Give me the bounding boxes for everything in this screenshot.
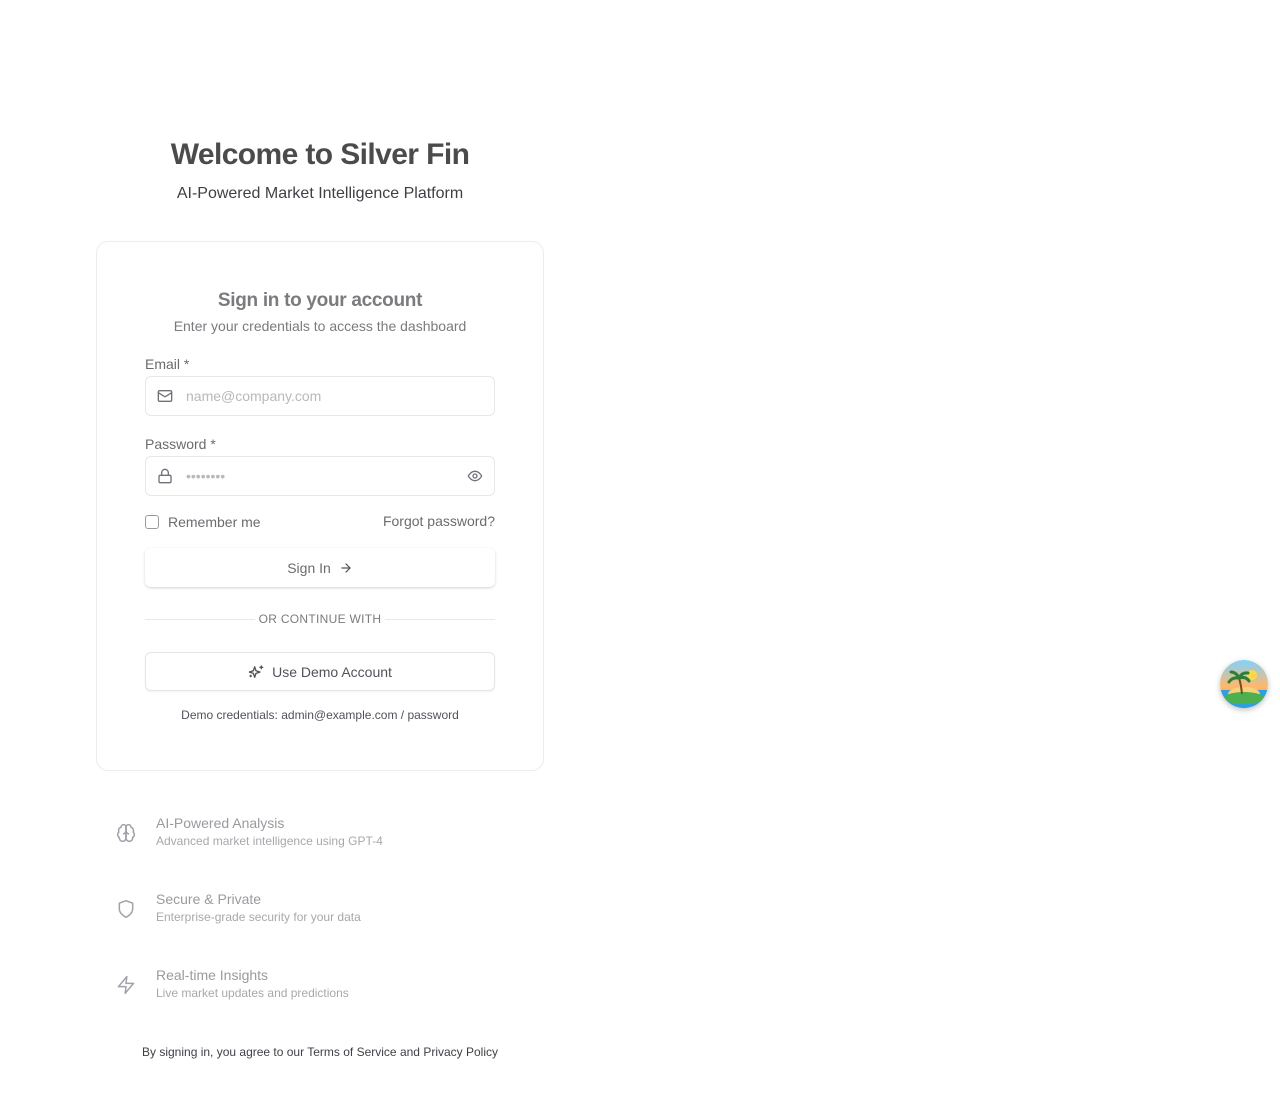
floating-avatar-button[interactable] (1220, 660, 1268, 708)
zap-icon (117, 975, 135, 995)
divider-text: OR CONTINUE WITH (254, 612, 386, 626)
feature-description: Live market updates and predictions (156, 986, 349, 1000)
shield-icon (118, 899, 134, 919)
feature-description: Advanced market intelligence using GPT-4 (156, 834, 383, 848)
email-label: Email * (145, 356, 190, 372)
remember-me: Remember me (145, 514, 261, 530)
page-subtitle: AI-Powered Market Intelligence Platform (176, 185, 464, 202)
demo-account-label: Use Demo Account (272, 663, 392, 680)
sparkles-icon (248, 664, 264, 678)
brain-icon (116, 823, 136, 843)
terms-of-service-link[interactable]: Terms of Service (307, 1045, 396, 1059)
feature-realtime-insights: Real-time Insights Live market updates a… (116, 967, 536, 1003)
page-title: Welcome to Silver Fin (170, 138, 470, 171)
password-label: Password * (145, 436, 216, 452)
password-input[interactable] (186, 457, 456, 495)
privacy-policy-link[interactable]: Privacy Policy (423, 1045, 498, 1059)
card-title: Sign in to your account (217, 290, 423, 311)
arrow-right-icon (341, 562, 351, 573)
terms-notice: By signing in, you agree to our Terms of… (96, 1045, 544, 1059)
feature-secure-private: Secure & Private Enterprise-grade securi… (116, 891, 536, 927)
eye-icon[interactable] (467, 468, 483, 484)
feature-title: Secure & Private (156, 891, 262, 907)
sign-in-button[interactable]: Sign In (145, 548, 495, 587)
card-description: Enter your credentials to access the das… (173, 318, 467, 334)
remember-me-label[interactable]: Remember me (168, 514, 261, 530)
login-card: Sign in to your account Enter your crede… (96, 241, 544, 771)
password-field-wrapper (145, 456, 495, 496)
feature-title: Real-time Insights (156, 967, 269, 983)
demo-account-button[interactable]: Use Demo Account (145, 652, 495, 691)
or-divider: OR CONTINUE WITH (145, 612, 495, 626)
terms-prefix: By signing in, you agree to our (142, 1045, 305, 1059)
email-field-wrapper (145, 376, 495, 416)
terms-conjunction: and (399, 1045, 420, 1059)
demo-credentials: Demo credentials: admin@example.com / pa… (181, 708, 459, 722)
island-avatar-icon (1220, 660, 1268, 708)
email-input[interactable] (186, 377, 456, 415)
feature-title: AI-Powered Analysis (156, 815, 285, 831)
sign-in-label: Sign In (287, 559, 331, 576)
lock-icon (158, 468, 172, 484)
mail-icon (157, 390, 173, 402)
remember-me-checkbox[interactable] (145, 515, 159, 529)
forgot-password-link[interactable]: Forgot password? (383, 513, 495, 529)
feature-ai-analysis: AI-Powered Analysis Advanced market inte… (116, 815, 536, 851)
feature-description: Enterprise-grade security for your data (156, 910, 361, 924)
